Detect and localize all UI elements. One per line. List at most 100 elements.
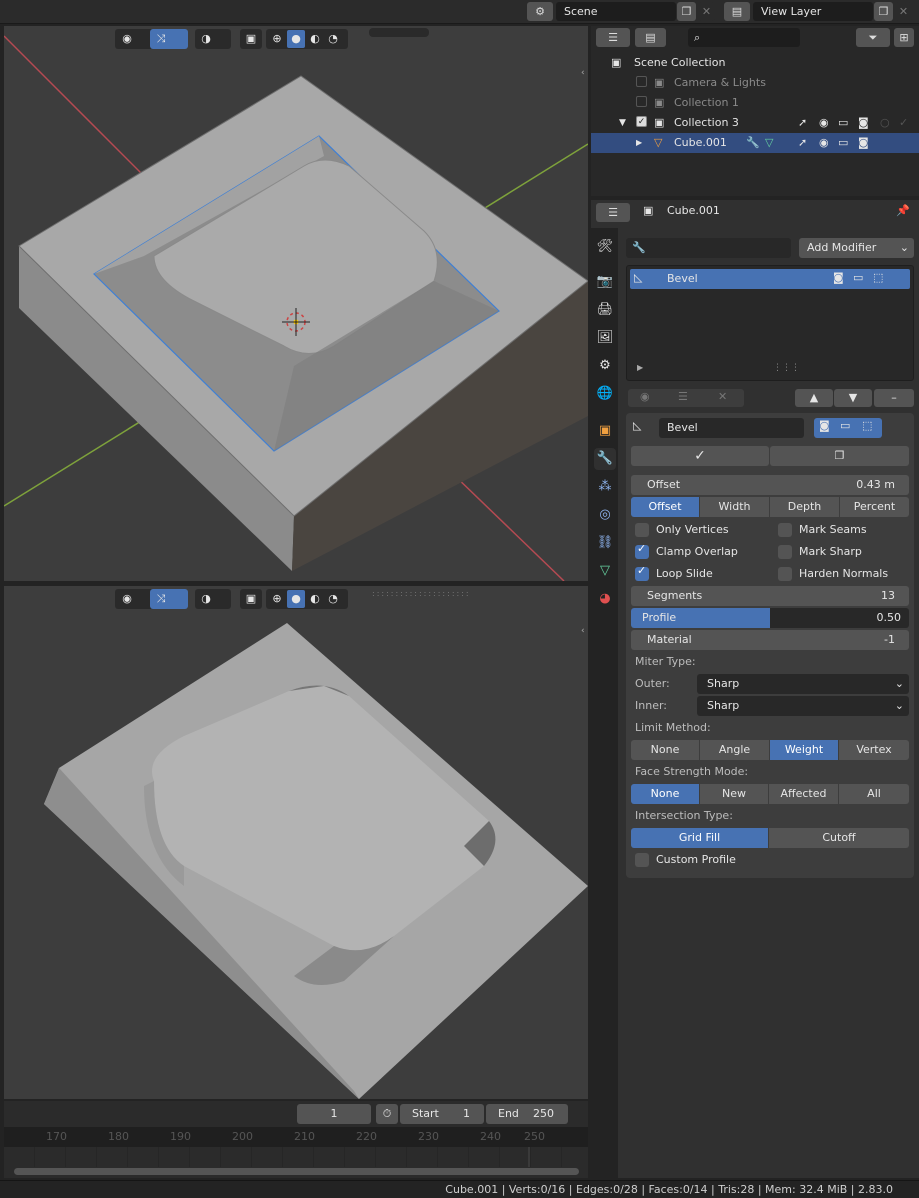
monitor-icon[interactable]: ▭ bbox=[853, 271, 863, 284]
render-tab-icon[interactable]: 📷 bbox=[594, 271, 616, 293]
clamp-overlap-checkbox[interactable] bbox=[635, 542, 649, 559]
width-type-option[interactable]: Percent bbox=[840, 497, 909, 517]
apply-button[interactable]: ✓ bbox=[631, 446, 769, 466]
indirect-only-icon[interactable]: ✓ bbox=[899, 113, 908, 133]
material-shading-icon[interactable]: ◐ bbox=[307, 30, 323, 48]
intersection-option[interactable]: Grid Fill bbox=[631, 828, 769, 848]
eye-icon[interactable]: ◉ bbox=[819, 113, 829, 133]
face-strength-option[interactable]: New bbox=[700, 784, 769, 804]
add-modifier-dropdown[interactable]: Add Modifier ⌄ bbox=[799, 238, 914, 258]
wireframe-shading-icon[interactable]: ⊕ bbox=[269, 30, 285, 48]
data-tab-icon[interactable]: ▽ bbox=[594, 560, 616, 582]
mark-seams-checkbox[interactable] bbox=[778, 523, 792, 537]
width-type-option[interactable]: Offset bbox=[631, 497, 700, 517]
modifier-list[interactable]: ◺ Bevel ◙ ▭ ⬚ ▶ ⋮⋮⋮ bbox=[626, 265, 914, 381]
mark-sharp-checkbox[interactable] bbox=[778, 545, 792, 559]
display-mode-button[interactable]: ▤ bbox=[635, 28, 666, 47]
world-tab-icon[interactable]: 🌐 bbox=[594, 383, 616, 405]
new-scene-icon[interactable]: ❐ bbox=[677, 2, 696, 21]
copy-icon[interactable]: ☰ bbox=[678, 390, 688, 403]
outliner-row-scene-collection[interactable]: ▣ Scene Collection bbox=[591, 53, 919, 73]
only-vertices-checkbox[interactable] bbox=[635, 523, 649, 537]
monitor-icon[interactable]: ▭ bbox=[838, 113, 848, 133]
wrench-modifier-icon[interactable]: 🔧 bbox=[746, 133, 760, 153]
copy-modifier-button[interactable]: ❐ bbox=[770, 446, 909, 466]
xray-toggle-button-2[interactable]: ▣ bbox=[240, 589, 262, 609]
width-type-option[interactable]: Depth bbox=[770, 497, 840, 517]
face-strength-option[interactable]: None bbox=[631, 784, 700, 804]
particles-tab-icon[interactable]: ⁂ bbox=[594, 476, 616, 498]
viewport-top[interactable]: ◉ ⤨ ◑ ▣ ⊕ ● ◐ ◔ ‹ bbox=[4, 26, 588, 581]
width-type-option[interactable]: Width bbox=[700, 497, 770, 517]
editor-type-button[interactable]: ☰ bbox=[596, 203, 630, 222]
monitor-icon[interactable]: ▭ bbox=[840, 419, 850, 432]
remove-icon[interactable]: ✕ bbox=[718, 390, 727, 403]
camera-icon[interactable]: ◙ bbox=[858, 133, 869, 153]
loop-slide-checkbox[interactable] bbox=[635, 564, 649, 581]
shading-mode-group-2[interactable]: ⊕ ● ◐ ◔ bbox=[266, 589, 348, 609]
material-field[interactable]: Material -1 bbox=[631, 630, 909, 650]
scene-tab-icon[interactable]: ⚙ bbox=[594, 355, 616, 377]
eye-icon[interactable]: ◉ bbox=[819, 133, 829, 153]
move-down-button[interactable]: ▼ bbox=[834, 389, 872, 407]
gizmo-toggle-button[interactable]: ⤨ bbox=[150, 29, 188, 49]
gizmo-toggle-button-2[interactable]: ⤨ bbox=[150, 589, 188, 609]
viewport-bottom[interactable]: ◉ ⤨ ◑ ▣ ⊕ ● ◐ ◔ ::::::::::::::::::::: ‹ bbox=[4, 586, 588, 1099]
material-shading-icon[interactable]: ◐ bbox=[307, 590, 323, 608]
timeline-tracks[interactable] bbox=[4, 1147, 588, 1167]
view-layer-tab-icon[interactable]: 🖼 bbox=[594, 327, 616, 349]
solid-shading-icon[interactable]: ● bbox=[287, 30, 305, 48]
limit-method-option[interactable]: Angle bbox=[700, 740, 770, 760]
outliner-search-input[interactable]: ⌕ bbox=[688, 28, 800, 47]
end-frame-field[interactable]: End 250 bbox=[486, 1104, 568, 1124]
profile-slider[interactable]: Profile 0.50 bbox=[631, 608, 909, 628]
limit-method-option[interactable]: None bbox=[631, 740, 700, 760]
shading-mode-group[interactable]: ⊕ ● ◐ ◔ bbox=[266, 29, 348, 49]
edit-mode-icon[interactable]: ⬚ bbox=[873, 271, 883, 284]
modifier-search-input[interactable]: 🔧 bbox=[626, 238, 791, 258]
custom-profile-checkbox[interactable] bbox=[635, 853, 649, 867]
modifier-tab-icon[interactable]: 🔧 bbox=[594, 448, 616, 470]
view-layer-field[interactable]: View Layer bbox=[753, 2, 873, 21]
filter-button[interactable]: ⏷ bbox=[856, 28, 890, 47]
outliner-row-cube-001[interactable]: ▶ ▽ Cube.001 🔧 ▽ ➚ ◉ ▭ ◙ bbox=[591, 133, 919, 153]
resize-grip-icon[interactable]: ⋮⋮⋮ bbox=[773, 363, 800, 373]
view-layer-browse-button[interactable]: ▤ bbox=[724, 2, 750, 21]
mesh-data-icon[interactable]: ▽ bbox=[765, 133, 773, 153]
timeline-ruler[interactable]: 170 180 190 200 210 220 230 240 250 bbox=[4, 1127, 588, 1147]
camera-icon[interactable]: ◙ bbox=[858, 113, 869, 133]
select-arrow-icon[interactable]: ➚ bbox=[798, 133, 807, 153]
solid-shading-icon[interactable]: ● bbox=[287, 590, 305, 608]
editor-type-button[interactable]: ☰ bbox=[596, 28, 630, 47]
modifier-name-field[interactable]: Bevel bbox=[659, 418, 804, 438]
move-up-button[interactable]: ▲ bbox=[795, 389, 833, 407]
exclude-checkbox[interactable] bbox=[636, 76, 647, 87]
face-strength-option[interactable]: Affected bbox=[769, 784, 839, 804]
new-view-layer-icon[interactable]: ❐ bbox=[874, 2, 893, 21]
scene-name-field[interactable]: Scene bbox=[556, 2, 676, 21]
expand-arrow-icon[interactable]: ▶ bbox=[636, 133, 642, 153]
tool-tab-icon[interactable]: 🛠 bbox=[594, 236, 616, 258]
camera-icon[interactable]: ◙ bbox=[819, 419, 830, 432]
sidebar-toggle-icon-2[interactable]: ‹ bbox=[581, 626, 588, 638]
physics-tab-icon[interactable]: ◎ bbox=[594, 504, 616, 526]
face-strength-option[interactable]: All bbox=[839, 784, 909, 804]
select-arrow-icon[interactable]: ➚ bbox=[798, 113, 807, 133]
stopwatch-icon[interactable]: ⏱ bbox=[376, 1104, 398, 1124]
viewport-region-handle[interactable] bbox=[369, 28, 429, 37]
delete-view-layer-icon[interactable]: ✕ bbox=[895, 2, 912, 21]
scene-browse-button[interactable]: ⚙ bbox=[527, 2, 553, 21]
include-checkbox[interactable]: ✓ bbox=[636, 116, 647, 127]
limit-method-option[interactable]: Vertex Group bbox=[839, 740, 909, 760]
outliner-row-camera-lights[interactable]: ▣ Camera & Lights bbox=[591, 73, 919, 93]
object-tab-icon[interactable]: ▣ bbox=[594, 420, 616, 442]
rendered-shading-icon[interactable]: ◔ bbox=[325, 590, 341, 608]
material-tab-icon[interactable]: ◕ bbox=[594, 588, 616, 610]
output-tab-icon[interactable]: 🖨 bbox=[594, 299, 616, 321]
holdout-icon[interactable]: ○ bbox=[880, 113, 890, 133]
exclude-checkbox[interactable] bbox=[636, 96, 647, 107]
timeline[interactable]: 1 ⏱ Start 1 End 250 170 180 190 200 210 … bbox=[4, 1101, 588, 1178]
outliner[interactable]: ☰ ▤ ⌕ ⏷ ⊞ ▣ Scene Collection ▣ Camera & … bbox=[591, 26, 919, 196]
edit-mode-icon[interactable]: ⬚ bbox=[862, 419, 872, 432]
xray-toggle-button[interactable]: ▣ bbox=[240, 29, 262, 49]
